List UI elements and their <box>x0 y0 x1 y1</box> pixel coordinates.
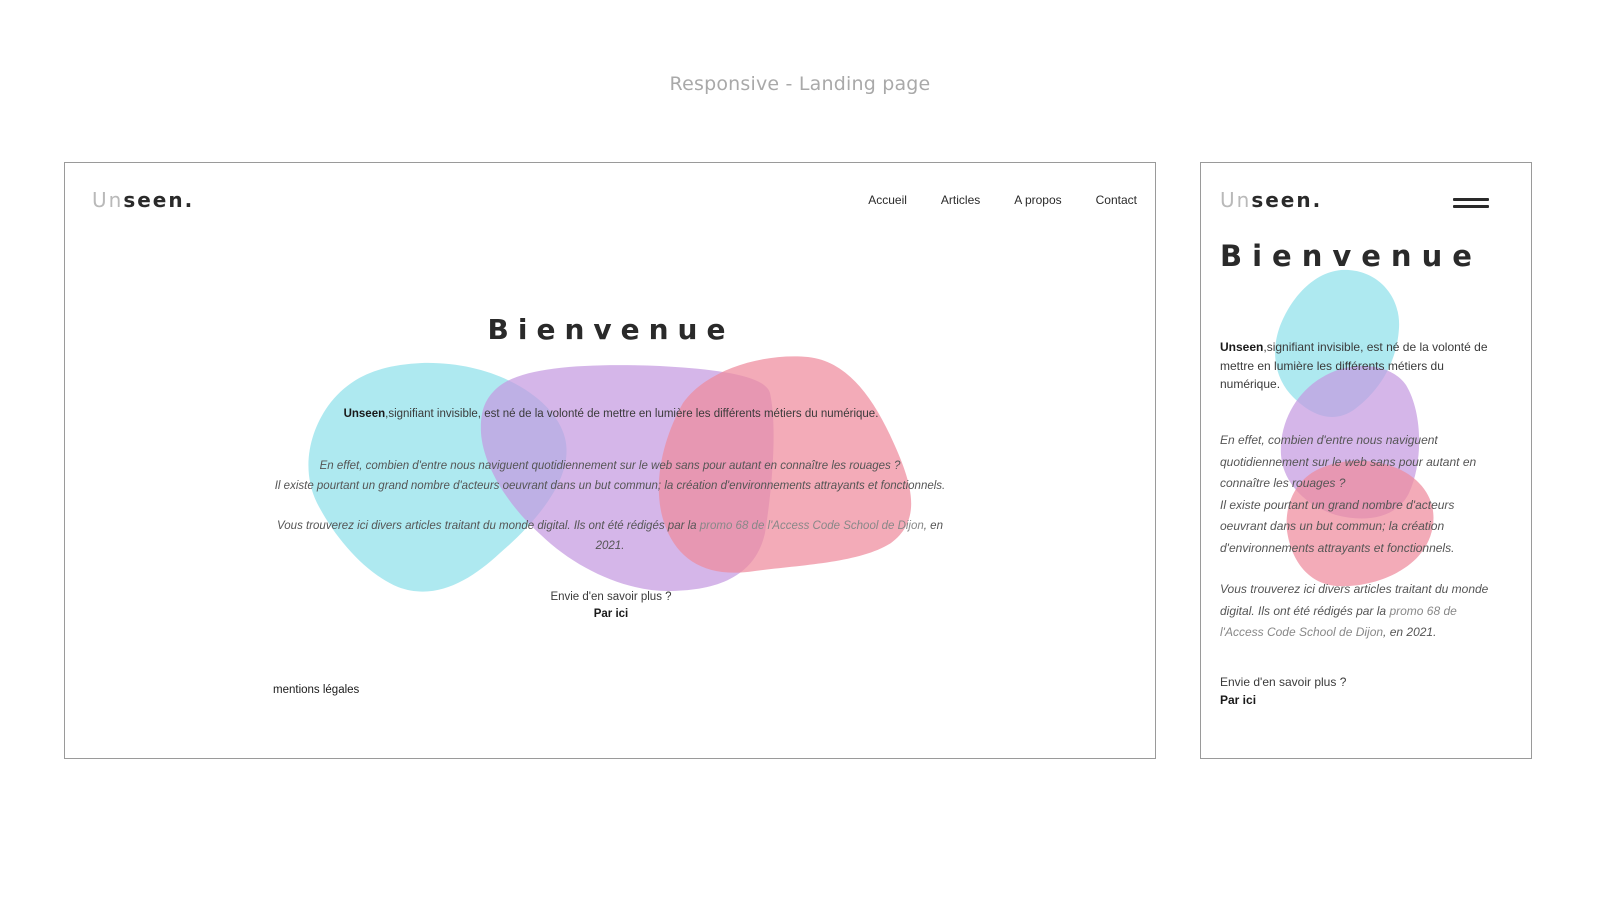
paragraph-2: Vous trouverez ici divers articles trait… <box>1220 579 1500 644</box>
page-title: Bienvenue <box>1220 239 1482 273</box>
nav-item-a-propos[interactable]: A propos <box>1014 193 1061 207</box>
promo-link[interactable]: promo 68 de l'Access Code School de Dijo… <box>700 520 924 532</box>
paragraph-2: Vous trouverez ici divers articles trait… <box>265 516 955 556</box>
hamburger-bar <box>1453 205 1489 208</box>
main-nav: Accueil Articles A propos Contact <box>868 193 1137 207</box>
intro-body: ,signifiant invisible, est né de la volo… <box>385 408 879 420</box>
intro-text: Unseen,signifiant invisible, est né de l… <box>1220 338 1500 394</box>
logo[interactable]: Unseen. <box>92 188 194 212</box>
paragraph-1-line-1: En effet, combien d'entre nous naviguent… <box>1220 433 1477 490</box>
page-title: Bienvenue <box>487 313 735 346</box>
cta-link[interactable]: Par ici <box>1220 693 1256 707</box>
nav-item-articles[interactable]: Articles <box>941 193 980 207</box>
paragraph-1: En effet, combien d'entre nous naviguent… <box>265 456 955 496</box>
nav-item-accueil[interactable]: Accueil <box>868 193 907 207</box>
cta-question: Envie d'en savoir plus ? <box>1220 675 1347 689</box>
mobile-landing-frame: Unseen. Bienvenue Unseen,signifiant invi… <box>1200 162 1532 759</box>
paragraph-1-line-2: Il existe pourtant un grand nombre d'act… <box>1220 497 1455 555</box>
hamburger-menu-icon[interactable] <box>1453 198 1489 212</box>
paragraph-1: En effet, combien d'entre nous naviguent… <box>1220 430 1500 559</box>
nav-item-contact[interactable]: Contact <box>1096 193 1137 207</box>
paragraph-2-after: , en 2021. <box>1383 625 1437 639</box>
logo-bold-text: seen. <box>1251 188 1323 212</box>
legal-notice-link[interactable]: mentions légales <box>273 684 359 696</box>
logo[interactable]: Unseen. <box>1220 188 1322 212</box>
cta-question: Envie d'en savoir plus ? <box>550 591 672 603</box>
logo-light-text: Un <box>1220 188 1252 212</box>
logo-bold-text: seen. <box>123 188 195 212</box>
paragraph-2-before: Vous trouverez ici divers articles trait… <box>277 520 700 532</box>
hamburger-bar <box>1453 198 1489 201</box>
brand-name: Unseen <box>1220 340 1264 354</box>
paragraph-1-line-2: Il existe pourtant un grand nombre d'act… <box>274 480 946 492</box>
logo-light-text: Un <box>92 188 124 212</box>
page-caption: Responsive - Landing page <box>669 73 931 95</box>
paragraph-1-line-1: En effet, combien d'entre nous naviguent… <box>319 460 901 472</box>
brand-name: Unseen <box>343 408 386 420</box>
intro-text: Unseen,signifiant invisible, est né de l… <box>65 408 1155 420</box>
desktop-landing-frame: Unseen. Accueil Articles A propos Contac… <box>64 162 1156 759</box>
cta-link[interactable]: Par ici <box>65 608 1155 620</box>
